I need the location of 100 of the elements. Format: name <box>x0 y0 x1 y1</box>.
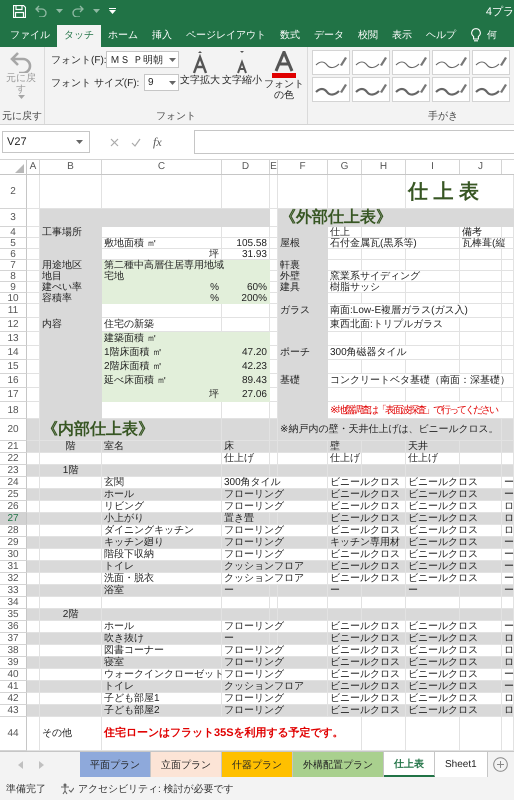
sheet-tab[interactable]: 什器プラン <box>222 752 293 777</box>
pen-swatch[interactable] <box>472 50 510 75</box>
row-header[interactable]: 23 <box>0 465 27 477</box>
customize-icon[interactable] <box>109 8 116 14</box>
row-header[interactable]: 6 <box>0 249 27 260</box>
pen-swatch[interactable] <box>352 50 390 75</box>
row-header[interactable]: 11 <box>0 304 27 318</box>
insert-function-button[interactable]: fx <box>153 134 162 150</box>
row-header[interactable]: 3 <box>0 209 27 227</box>
pen-swatch[interactable] <box>432 50 470 75</box>
pen-swatch[interactable] <box>472 77 510 102</box>
ribbon-tab[interactable]: 挿入 <box>145 25 179 47</box>
column-header[interactable]: D <box>222 160 270 174</box>
sheet-tab[interactable]: 立面プラン <box>151 752 222 777</box>
row-header[interactable]: 39 <box>0 657 27 669</box>
accessibility-icon[interactable] <box>60 782 74 794</box>
pen-swatch[interactable] <box>312 50 350 75</box>
ribbon-tab[interactable]: ホーム <box>101 25 145 47</box>
row-header[interactable]: 5 <box>0 238 27 249</box>
column-header[interactable]: I <box>406 160 460 174</box>
row-header[interactable]: 44 <box>0 717 27 751</box>
sheet-tab[interactable]: 平面プラン <box>80 752 151 777</box>
pen-swatch[interactable] <box>432 77 470 102</box>
row-header[interactable]: 10 <box>0 293 27 304</box>
ribbon-button[interactable]: フォントの色 <box>263 51 305 101</box>
pen-swatch[interactable] <box>392 77 430 102</box>
row-header[interactable]: 42 <box>0 693 27 705</box>
search-field[interactable]: 何 <box>487 25 497 47</box>
row-header[interactable]: 38 <box>0 645 27 657</box>
row-header[interactable]: 24 <box>0 477 27 489</box>
pen-swatch[interactable] <box>352 77 390 102</box>
row-header[interactable]: 32 <box>0 573 27 585</box>
ribbon-tab[interactable]: タッチ <box>57 25 101 47</box>
column-header[interactable]: E <box>270 160 278 174</box>
row-header[interactable]: 36 <box>0 621 27 633</box>
table-cell: 地目 <box>40 271 102 282</box>
row-header[interactable]: 7 <box>0 260 27 271</box>
ribbon-tab[interactable]: データ <box>307 25 351 47</box>
ribbon-tab[interactable]: 表示 <box>385 25 419 47</box>
row-header[interactable]: 29 <box>0 537 27 549</box>
row-header[interactable]: 37 <box>0 633 27 645</box>
ribbon-tab[interactable]: ヘルプ <box>419 25 463 47</box>
column-header[interactable]: J <box>460 160 502 174</box>
ribbon-tab[interactable]: ページレイアウト <box>179 25 273 47</box>
table-cell: 坪 <box>102 388 222 402</box>
redo-icon[interactable] <box>72 5 84 17</box>
ribbon-button[interactable]: 文字縮小 <box>221 51 263 86</box>
font-select[interactable]: ＭＳ Ｐ明朝 <box>106 51 179 68</box>
table-cell: ビニールクロス <box>406 681 502 693</box>
column-header[interactable]: B <box>40 160 102 174</box>
sheet-tab[interactable]: 仕上表 <box>384 752 435 777</box>
ribbon-button[interactable]: 文字拡大 <box>179 51 221 86</box>
column-header[interactable]: C <box>102 160 222 174</box>
check-icon[interactable] <box>131 138 141 146</box>
row-header[interactable]: 21 <box>0 441 27 453</box>
lightbulb-icon[interactable] <box>471 28 481 42</box>
font-size-select[interactable]: 9 <box>144 74 179 91</box>
row-header[interactable]: 26 <box>0 501 27 513</box>
save-icon[interactable] <box>13 4 26 18</box>
row-header[interactable]: 27 <box>0 513 27 525</box>
row-header[interactable]: 16 <box>0 374 27 388</box>
pen-swatch[interactable] <box>312 77 350 102</box>
row-header[interactable]: 33 <box>0 585 27 597</box>
row-header[interactable]: 30 <box>0 549 27 561</box>
row-header[interactable]: 8 <box>0 271 27 282</box>
row-header[interactable]: 18 <box>0 402 27 419</box>
row-header[interactable]: 2 <box>0 175 27 209</box>
row-header[interactable]: 31 <box>0 561 27 573</box>
row-header[interactable]: 9 <box>0 282 27 293</box>
row-header[interactable]: 34 <box>0 597 27 609</box>
undo-icon[interactable] <box>35 5 47 17</box>
column-header[interactable]: G <box>328 160 362 174</box>
row-header[interactable]: 35 <box>0 609 27 621</box>
ribbon-tab[interactable]: 数式 <box>273 25 307 47</box>
row-header[interactable]: 43 <box>0 705 27 717</box>
row-header[interactable]: 14 <box>0 346 27 360</box>
row-header[interactable]: 20 <box>0 419 27 441</box>
row-header[interactable]: 12 <box>0 318 27 332</box>
pen-icon <box>314 82 348 98</box>
ribbon-tab[interactable]: 校閲 <box>351 25 385 47</box>
row-header[interactable]: 25 <box>0 489 27 501</box>
row-header[interactable]: 41 <box>0 681 27 693</box>
row-header[interactable]: 17 <box>0 388 27 402</box>
row-header[interactable]: 15 <box>0 360 27 374</box>
sheet-tab[interactable]: Sheet1 <box>435 752 488 777</box>
status-text[interactable]: アクセシビリティ: 検討が必要です <box>78 782 234 796</box>
pen-swatch[interactable] <box>392 50 430 75</box>
ribbon-tab[interactable]: ファイル <box>3 25 57 47</box>
row-header[interactable]: 28 <box>0 525 27 537</box>
row-header[interactable]: 4 <box>0 227 27 238</box>
column-header[interactable]: F <box>278 160 328 174</box>
name-box[interactable]: V27 <box>2 131 90 153</box>
row-header[interactable]: 22 <box>0 453 27 465</box>
row-header[interactable]: 13 <box>0 332 27 346</box>
row-header[interactable]: 40 <box>0 669 27 681</box>
sheet-tab[interactable]: 外構配置プラン <box>293 752 384 777</box>
add-sheet-icon[interactable] <box>493 757 508 772</box>
formula-field[interactable] <box>194 130 514 154</box>
column-header[interactable]: H <box>362 160 406 174</box>
column-header[interactable]: A <box>27 160 40 174</box>
